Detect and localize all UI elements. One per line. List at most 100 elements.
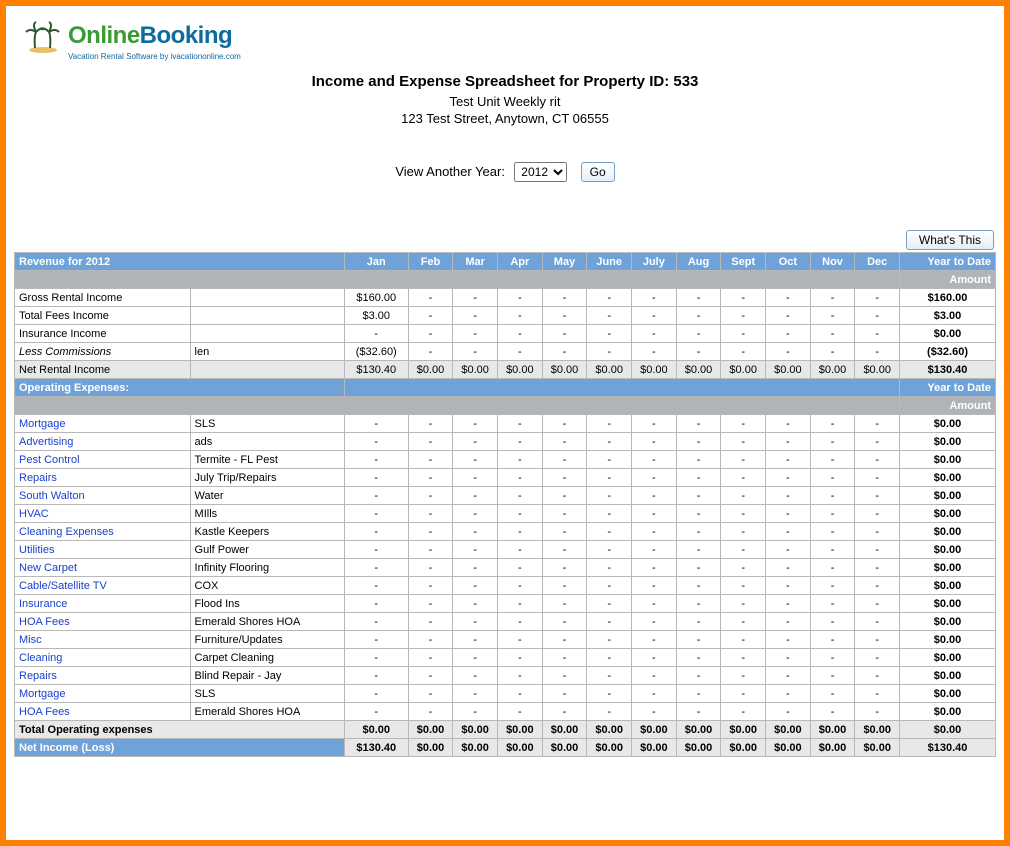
cell-value: $0.00 (408, 721, 453, 739)
cell-value: - (498, 325, 543, 343)
cell-value: - (587, 613, 632, 631)
cell-value: - (587, 469, 632, 487)
cell-value: - (676, 685, 721, 703)
expense-label-link[interactable]: Repairs (15, 667, 191, 685)
cell-value: - (721, 451, 766, 469)
cell-value: - (766, 415, 811, 433)
ytd-value: $0.00 (900, 451, 996, 469)
cell-value: - (408, 649, 453, 667)
cell-value: $0.00 (766, 739, 811, 757)
cell-value: - (676, 541, 721, 559)
year-selector-row: View Another Year: 2012 Go (14, 162, 996, 182)
cell-value: - (676, 433, 721, 451)
cell-value: - (810, 595, 855, 613)
cell-value: - (587, 559, 632, 577)
cell-value: - (344, 325, 408, 343)
row-label: Insurance Income (15, 325, 191, 343)
cell-value: $0.00 (676, 361, 721, 379)
cell-value: - (498, 451, 543, 469)
cell-value: - (632, 685, 677, 703)
cell-value: - (498, 487, 543, 505)
cell-value: - (542, 451, 587, 469)
expenses-header: Operating Expenses: (15, 379, 345, 397)
cell-value: - (453, 307, 498, 325)
ytd-value: $0.00 (900, 595, 996, 613)
cell-value: - (676, 325, 721, 343)
cell-value: - (498, 595, 543, 613)
logo-block: OnlineBooking Vacation Rental Software b… (14, 14, 996, 61)
cell-value: - (587, 541, 632, 559)
cell-value: - (542, 523, 587, 541)
month-header: Aug (676, 253, 721, 271)
cell-value: - (632, 289, 677, 307)
go-button[interactable]: Go (581, 162, 615, 182)
expense-label-link[interactable]: HOA Fees (15, 613, 191, 631)
row-desc: len (190, 343, 344, 361)
table-row: InsuranceFlood Ins------------$0.00 (15, 595, 996, 613)
cell-value: - (542, 487, 587, 505)
table-row: Less Commissionslen($32.60)-----------($… (15, 343, 996, 361)
cell-value: - (721, 433, 766, 451)
cell-value: - (408, 415, 453, 433)
expense-label-link[interactable]: Utilities (15, 541, 191, 559)
cell-value: - (408, 325, 453, 343)
ytd-value: $0.00 (900, 667, 996, 685)
cell-value: - (344, 649, 408, 667)
logo-word-online: Online (68, 22, 140, 49)
whats-this-button[interactable]: What's This (906, 230, 994, 250)
cell-value: - (453, 433, 498, 451)
cell-value: - (344, 487, 408, 505)
table-row: Net Income (Loss)$130.40$0.00$0.00$0.00$… (15, 739, 996, 757)
cell-value: - (453, 541, 498, 559)
cell-value: - (721, 307, 766, 325)
expense-label-link[interactable]: Repairs (15, 469, 191, 487)
cell-value: - (542, 577, 587, 595)
expense-label-link[interactable]: New Carpet (15, 559, 191, 577)
cell-value: - (542, 649, 587, 667)
cell-value: - (542, 613, 587, 631)
cell-value: $0.00 (587, 361, 632, 379)
cell-value: - (676, 577, 721, 595)
cell-value: $130.40 (344, 361, 408, 379)
expense-label-link[interactable]: HVAC (15, 505, 191, 523)
cell-value: $0.00 (766, 361, 811, 379)
cell-value: $130.40 (344, 739, 408, 757)
ytd-value: $0.00 (900, 523, 996, 541)
cell-value: - (344, 631, 408, 649)
spreadsheet-table: Revenue for 2012JanFebMarAprMayJuneJulyA… (14, 252, 996, 757)
table-row: Advertisingads------------$0.00 (15, 433, 996, 451)
cell-value: - (810, 559, 855, 577)
cell-value: - (587, 289, 632, 307)
cell-value: - (855, 613, 900, 631)
cell-value: $0.00 (721, 721, 766, 739)
expense-label-link[interactable]: Pest Control (15, 451, 191, 469)
cell-value: $0.00 (498, 721, 543, 739)
cell-value: - (587, 595, 632, 613)
expense-label-link[interactable]: Cable/Satellite TV (15, 577, 191, 595)
cell-value: - (408, 523, 453, 541)
cell-value: - (855, 595, 900, 613)
cell-value: - (498, 415, 543, 433)
expense-label-link[interactable]: HOA Fees (15, 703, 191, 721)
row-desc: Emerald Shores HOA (190, 703, 344, 721)
month-header: June (587, 253, 632, 271)
expense-label-link[interactable]: Advertising (15, 433, 191, 451)
cell-value: - (542, 559, 587, 577)
expense-label-link[interactable]: South Walton (15, 487, 191, 505)
table-row: HVACMIlls------------$0.00 (15, 505, 996, 523)
expense-label-link[interactable]: Mortgage (15, 685, 191, 703)
cell-value: - (408, 307, 453, 325)
month-header: May (542, 253, 587, 271)
expense-label-link[interactable]: Misc (15, 631, 191, 649)
ytd-value: $0.00 (900, 487, 996, 505)
expense-label-link[interactable]: Cleaning Expenses (15, 523, 191, 541)
ytd-value: $0.00 (900, 721, 996, 739)
expense-label-link[interactable]: Insurance (15, 595, 191, 613)
year-select[interactable]: 2012 (514, 162, 567, 182)
cell-value: - (408, 451, 453, 469)
expense-label-link[interactable]: Mortgage (15, 415, 191, 433)
cell-value: - (721, 289, 766, 307)
cell-value: - (408, 289, 453, 307)
expense-label-link[interactable]: Cleaning (15, 649, 191, 667)
cell-value: - (810, 667, 855, 685)
